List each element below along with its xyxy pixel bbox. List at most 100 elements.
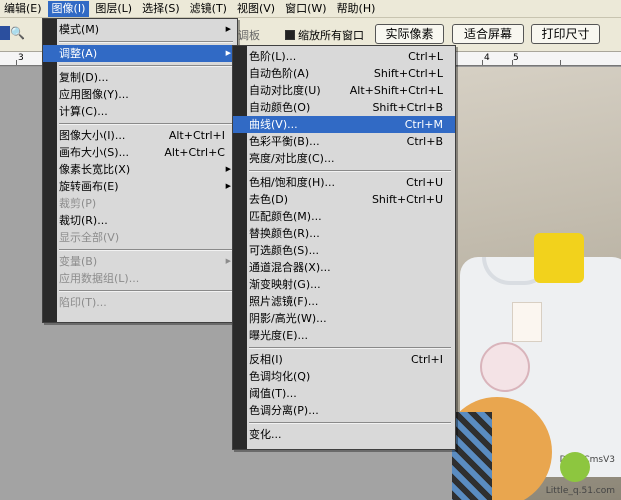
submenu-arrow-icon: ▶: [225, 49, 231, 57]
menu-item[interactable]: 调整(A) ▶: [43, 45, 237, 62]
menu-item-label: 去色(D): [249, 193, 289, 206]
menu-item[interactable]: 色相/饱和度(H)... Ctrl+U: [233, 174, 455, 191]
submenu-arrow-icon: ▶: [225, 182, 231, 190]
menu-item[interactable]: 亮度/对比度(C)...: [233, 150, 455, 167]
label-tag: [512, 302, 542, 342]
menu-item[interactable]: 模式(M) ▶: [43, 21, 237, 38]
menu-item-label: 照片滤镜(F)...: [249, 295, 319, 308]
submenu-arrow-icon: ▶: [225, 25, 231, 33]
menu-item-shortcut: Shift+Ctrl+U: [371, 193, 443, 206]
menu-item-label: 色彩平衡(B)...: [249, 135, 320, 148]
menu-item-shortcut: Ctrl+M: [404, 118, 443, 131]
ruler-label: 4: [484, 53, 490, 63]
palette-label: 调板: [238, 29, 260, 42]
menu-item-label: 像素长宽比(X): [59, 163, 131, 176]
yellow-cup: [534, 233, 584, 283]
image-menu: 模式(M) ▶ 调整(A) ▶ 复制(D)... 应用图像(Y)... 计算(C)... 图像…: [42, 18, 238, 323]
menu-item-label: 裁剪(P): [59, 197, 97, 210]
zoom-all-windows-checkbox[interactable]: 缩放所有窗口: [285, 27, 364, 43]
menu-item-label: 可选颜色(S)...: [249, 244, 320, 257]
menu-item[interactable]: 阴影/高光(W)...: [233, 310, 455, 327]
menu-item-shortcut: Alt+Ctrl+C: [164, 146, 225, 159]
menu-item-shortcut: Alt+Shift+Ctrl+L: [349, 84, 443, 97]
zoom-tool-indicator: [0, 26, 10, 40]
menu-separator: [233, 167, 455, 174]
menu-item[interactable]: 反相(I) Ctrl+I: [233, 351, 455, 368]
menu-6[interactable]: 视图(V): [233, 1, 279, 17]
menu-item[interactable]: 色调分离(P)...: [233, 402, 455, 419]
menu-item-label: 自动色阶(A): [249, 67, 310, 80]
menu-item-label: 匹配颜色(M)...: [249, 210, 322, 223]
menu-8[interactable]: 帮助(H): [333, 1, 380, 17]
menu-item[interactable]: 去色(D) Shift+Ctrl+U: [233, 191, 455, 208]
menu-item[interactable]: 裁切(R)...: [43, 212, 237, 229]
menu-bar: 编辑(E) 图像(I) 图层(L) 选择(S) 滤镜(T) 视图(V) 窗口(W) 帮助(H): [0, 0, 621, 18]
menu-item: 应用数据组(L)...: [43, 270, 237, 287]
menu-item[interactable]: 渐变映射(G)...: [233, 276, 455, 293]
menu-3[interactable]: 图层(L): [91, 1, 136, 17]
menu-item-label: 计算(C)...: [59, 105, 108, 118]
menu-item[interactable]: 阈值(T)...: [233, 385, 455, 402]
menu-item: 变量(B) ▶: [43, 253, 237, 270]
menu-2[interactable]: 图像(I): [47, 0, 90, 17]
menu-separator: [233, 344, 455, 351]
menu-item[interactable]: 自动色阶(A) Shift+Ctrl+L: [233, 65, 455, 82]
menu-item[interactable]: 匹配颜色(M)...: [233, 208, 455, 225]
menu-item-label: 自动颜色(O): [249, 101, 311, 114]
menu-item-label: 变化...: [249, 428, 282, 441]
submenu-arrow-icon: ▶: [225, 165, 231, 173]
menu-5[interactable]: 滤镜(T): [186, 1, 231, 17]
menu-item-label: 渐变映射(G)...: [249, 278, 321, 291]
print-size-button[interactable]: 打印尺寸: [531, 24, 600, 44]
menu-item-label: 陷印(T)...: [59, 296, 107, 309]
actual-pixels-button[interactable]: 实际像素: [375, 24, 444, 44]
zoom-out-icon[interactable]: 🔍: [10, 26, 25, 40]
menu-item[interactable]: 通道混合器(X)...: [233, 259, 455, 276]
menu-item[interactable]: 计算(C)...: [43, 103, 237, 120]
menu-item[interactable]: 自动对比度(U) Alt+Shift+Ctrl+L: [233, 82, 455, 99]
menu-item[interactable]: 曝光度(E)...: [233, 327, 455, 344]
menu-item[interactable]: 曲线(V)... Ctrl+M: [233, 116, 455, 133]
ruler-tick: [482, 60, 483, 65]
menu-item[interactable]: 应用图像(Y)...: [43, 86, 237, 103]
menu-4[interactable]: 选择(S): [138, 1, 184, 17]
menu-item-label: 自动对比度(U): [249, 84, 321, 97]
menu-item[interactable]: 可选颜色(S)...: [233, 242, 455, 259]
checkbox-box[interactable]: [285, 30, 295, 40]
menu-item-label: 通道混合器(X)...: [249, 261, 331, 274]
menu-item[interactable]: 图像大小(I)... Alt+Ctrl+I: [43, 127, 237, 144]
menu-separator: [43, 120, 237, 127]
menu-item-label: 曲线(V)...: [249, 118, 298, 131]
menu-1[interactable]: 编辑(E): [0, 1, 46, 17]
menu-item[interactable]: 画布大小(S)... Alt+Ctrl+C: [43, 144, 237, 161]
menu-7[interactable]: 窗口(W): [281, 1, 330, 17]
menu-separator: [43, 287, 237, 294]
watermark-logo-icon: [560, 452, 590, 482]
menu-item[interactable]: 替换颜色(R)...: [233, 225, 455, 242]
ruler-label: 3: [18, 53, 24, 63]
fit-screen-button[interactable]: 适合屏幕: [452, 24, 524, 44]
menu-item[interactable]: 照片滤镜(F)...: [233, 293, 455, 310]
menu-item-label: 裁切(R)...: [59, 214, 108, 227]
menu-item[interactable]: 色彩平衡(B)... Ctrl+B: [233, 133, 455, 150]
menu-item[interactable]: 自动颜色(O) Shift+Ctrl+B: [233, 99, 455, 116]
menu-item[interactable]: 变化...: [233, 426, 455, 443]
menu-item[interactable]: 复制(D)...: [43, 69, 237, 86]
ruler-label: 5: [513, 53, 519, 63]
menu-item-shortcut: Ctrl+I: [410, 353, 443, 366]
menu-item-shortcut: Ctrl+U: [406, 176, 443, 189]
menu-item-label: 色相/饱和度(H)...: [249, 176, 336, 189]
menu-item-label: 色调分离(P)...: [249, 404, 319, 417]
ruler-tick: [512, 60, 513, 65]
menu-item[interactable]: 色调均化(Q): [233, 368, 455, 385]
menu-item: 显示全部(V): [43, 229, 237, 246]
menu-item-label: 旋转画布(E): [59, 180, 119, 193]
photo-image: DedeCmsV3 Little_q.51.com: [452, 67, 621, 500]
round-tag: [480, 342, 530, 392]
menu-item-label: 色阶(L)...: [249, 50, 297, 63]
menu-item[interactable]: 像素长宽比(X) ▶: [43, 161, 237, 178]
menu-item[interactable]: 旋转画布(E) ▶: [43, 178, 237, 195]
menu-item-shortcut: Shift+Ctrl+B: [372, 101, 443, 114]
menu-item-label: 应用数据组(L)...: [59, 272, 140, 285]
menu-item[interactable]: 色阶(L)... Ctrl+L: [233, 48, 455, 65]
